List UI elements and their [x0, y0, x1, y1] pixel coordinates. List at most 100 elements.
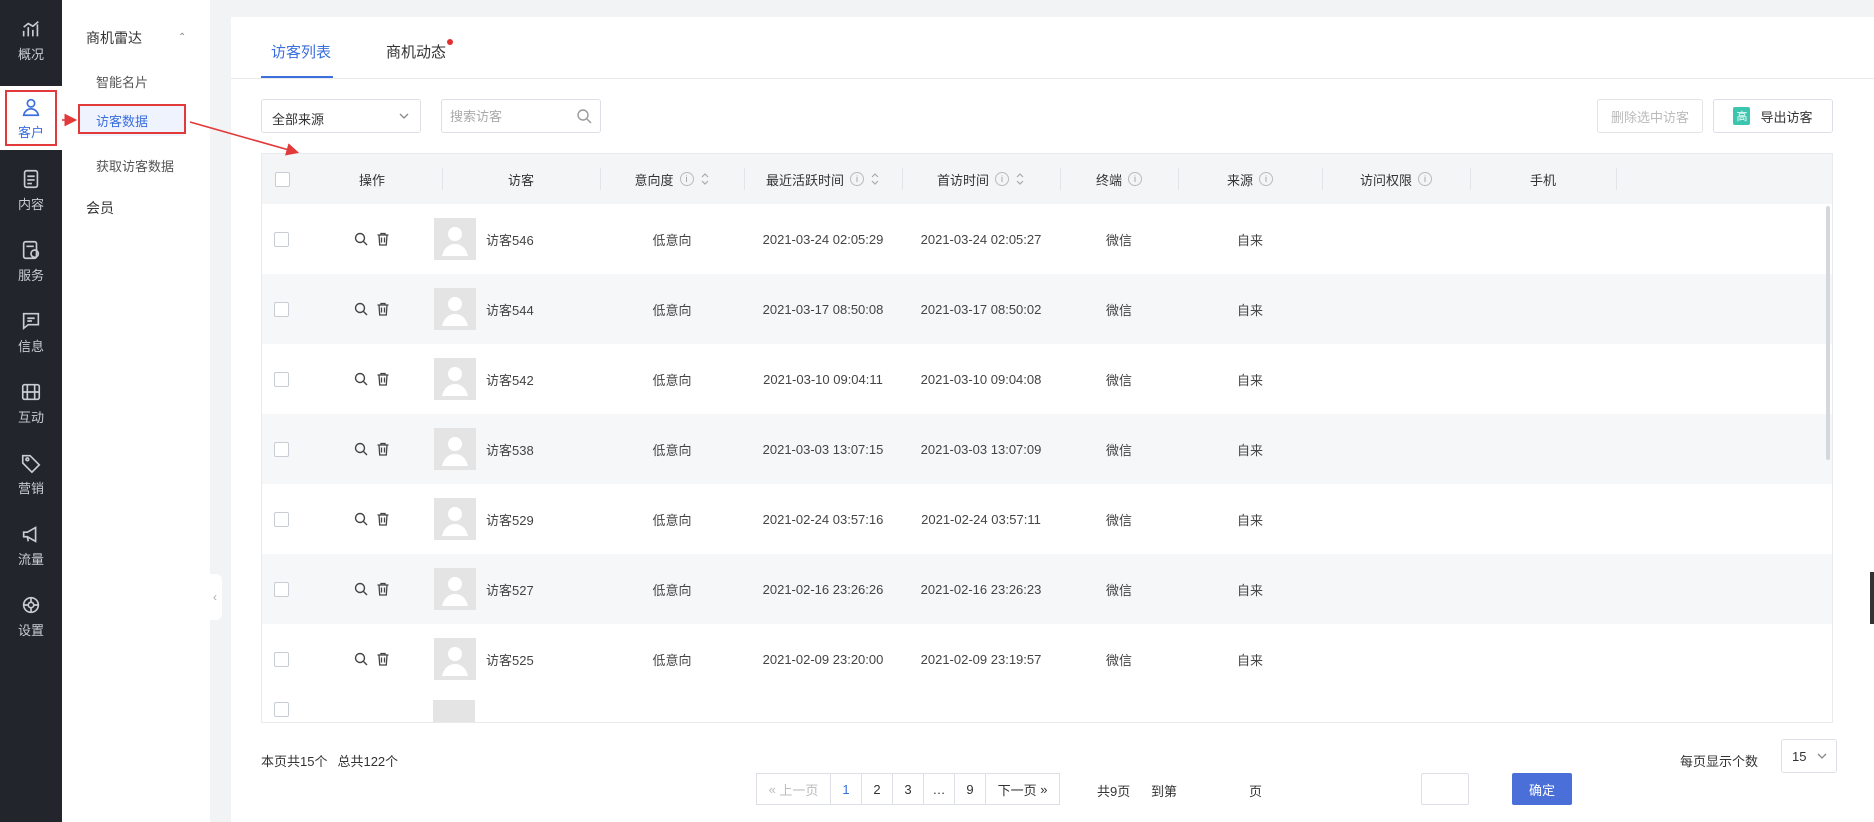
- info-icon[interactable]: i: [850, 172, 864, 186]
- source-cell: 自来: [1236, 442, 1263, 458]
- tag-icon: [21, 454, 41, 473]
- page-button-9[interactable]: 9: [954, 773, 986, 805]
- info-icon[interactable]: i: [995, 172, 1009, 186]
- submenu-group-title[interactable]: 商机雷达: [86, 28, 142, 48]
- page-size-select[interactable]: 15: [1781, 739, 1837, 773]
- table-row[interactable]: 访客525 低意向 2021-02-09 23:20:00 2021-02-09 23…: [262, 624, 1832, 694]
- search-icon[interactable]: [576, 108, 592, 124]
- rail-item-interaction[interactable]: 互动: [0, 371, 62, 435]
- info-icon[interactable]: i: [1128, 172, 1142, 186]
- row-checkbox[interactable]: [274, 624, 290, 694]
- rail-item-traffic[interactable]: 流量: [0, 513, 62, 577]
- sort-icon[interactable]: [700, 172, 710, 186]
- search-icon[interactable]: [353, 231, 369, 247]
- info-icon[interactable]: i: [1259, 172, 1273, 186]
- rail-item-customer[interactable]: 客户: [0, 86, 62, 150]
- search-icon[interactable]: [353, 581, 369, 597]
- info-icon[interactable]: i: [679, 172, 694, 186]
- table-scrollbar[interactable]: [1826, 206, 1830, 460]
- submenu-item-member[interactable]: 会员: [86, 198, 114, 218]
- page-count-text: 本页共15个: [261, 754, 328, 769]
- export-visitors-button[interactable]: 高 导出访客: [1713, 99, 1833, 133]
- avatar: [434, 638, 476, 680]
- table-row[interactable]: 访客527 低意向 2021-02-16 23:26:26 2021-02-16 23…: [262, 554, 1832, 624]
- row-checkbox[interactable]: [274, 484, 290, 554]
- page-button-3[interactable]: 3: [892, 773, 924, 805]
- sort-icon[interactable]: [1015, 172, 1025, 186]
- submenu-item-card[interactable]: 智能名片: [96, 72, 148, 91]
- search-icon[interactable]: [353, 511, 369, 527]
- table-row[interactable]: 访客542 低意向 2021-03-10 09:04:11 2021-03-10 09…: [262, 344, 1832, 414]
- visitor-cell[interactable]: 访客546: [434, 204, 600, 274]
- settings-icon: [22, 596, 40, 613]
- col-header-first-visit[interactable]: 首访时间 i: [902, 154, 1060, 204]
- visitor-cell[interactable]: 访客529: [434, 484, 600, 554]
- visitor-table: 操作 访客 意向度 i 最近活跃时间 i 首访时间 i 终端 i 来源 i 访问权限 i 手…: [261, 153, 1833, 723]
- source-filter-select[interactable]: 全部来源: [261, 99, 421, 133]
- table-row[interactable]: 访客544 低意向 2021-03-17 08:50:08 2021-03-17 08…: [262, 274, 1832, 344]
- visitor-cell[interactable]: 访客542: [434, 344, 600, 414]
- table-row[interactable]: 访客546 低意向 2021-03-24 02:05:29 2021-03-24 02…: [262, 204, 1832, 274]
- rail-item-marketing[interactable]: 营销: [0, 442, 62, 506]
- row-checkbox[interactable]: [274, 554, 290, 624]
- rail-item-content[interactable]: 内容: [0, 158, 62, 222]
- visitor-cell[interactable]: 访客538: [434, 414, 600, 484]
- tab-visitor-list[interactable]: 访客列表: [271, 41, 331, 62]
- col-header-intent[interactable]: 意向度 i: [600, 154, 744, 204]
- row-checkbox[interactable]: [274, 204, 290, 274]
- col-header-terminal: 终端 i: [1060, 154, 1178, 204]
- trash-icon[interactable]: [375, 441, 391, 457]
- rail-item-message[interactable]: 信息: [0, 300, 62, 364]
- select-all-checkbox[interactable]: [274, 154, 290, 204]
- trash-icon[interactable]: [375, 651, 391, 667]
- submenu-item-get-visitor-data[interactable]: 获取访客数据: [96, 156, 174, 175]
- info-icon[interactable]: i: [1418, 172, 1432, 186]
- sort-icon[interactable]: [870, 172, 880, 186]
- next-page-button[interactable]: 下一页 »: [985, 773, 1060, 805]
- chevron-up-icon[interactable]: ⌃: [178, 32, 186, 43]
- row-checkbox[interactable]: [274, 414, 290, 484]
- page-ellipsis[interactable]: …: [923, 773, 955, 805]
- search-icon[interactable]: [353, 441, 369, 457]
- trash-icon[interactable]: [375, 511, 391, 527]
- row-checkbox[interactable]: [274, 344, 290, 414]
- trash-icon[interactable]: [375, 371, 391, 387]
- collapse-sidebar-toggle[interactable]: ‹: [208, 574, 222, 620]
- search-icon[interactable]: [353, 651, 369, 667]
- table-row[interactable]: 访客529 低意向 2021-02-24 03:57:16 2021-02-24 03…: [262, 484, 1832, 554]
- visitor-name: 访客525: [486, 652, 534, 668]
- main-panel: 访客列表 商机动态 全部来源 删除选中访客 高 导出访客 操作 访客 意向度i …: [231, 17, 1874, 822]
- visitor-cell[interactable]: 访客544: [434, 274, 600, 344]
- search-icon[interactable]: [353, 371, 369, 387]
- rail-item-service[interactable]: 服务: [0, 229, 62, 293]
- trash-icon[interactable]: [375, 231, 391, 247]
- goto-page-input[interactable]: [1422, 774, 1468, 804]
- visitor-search-input[interactable]: [442, 100, 562, 132]
- rail-item-settings[interactable]: 设置: [0, 584, 62, 648]
- row-checkbox[interactable]: [274, 274, 290, 344]
- chevron-down-icon: [1817, 753, 1827, 759]
- table-row[interactable]: 访客538 低意向 2021-03-03 13:07:15 2021-03-03 13…: [262, 414, 1832, 484]
- prev-page-button[interactable]: « 上一页: [756, 773, 831, 805]
- trash-icon[interactable]: [375, 301, 391, 317]
- confirm-goto-button[interactable]: 确定: [1512, 773, 1572, 805]
- col-header-last-active[interactable]: 最近活跃时间 i: [744, 154, 902, 204]
- avatar: [434, 218, 476, 260]
- service-icon: [22, 240, 40, 259]
- source-cell: 自来: [1236, 302, 1263, 318]
- rail-item-overview[interactable]: 概况: [0, 8, 62, 72]
- rail-label: 营销: [17, 480, 44, 496]
- visitor-cell[interactable]: 访客525: [434, 624, 600, 694]
- annotation-highlight-box: [5, 90, 57, 146]
- double-chevron-left-icon: «: [768, 781, 780, 797]
- search-icon[interactable]: [353, 301, 369, 317]
- page-button-2[interactable]: 2: [861, 773, 893, 805]
- page-button-1[interactable]: 1: [830, 773, 862, 805]
- tab-opportunity-feed[interactable]: 商机动态: [386, 41, 446, 62]
- chart-trend-icon: [22, 20, 39, 36]
- visitor-cell[interactable]: 访客527: [434, 554, 600, 624]
- trash-icon[interactable]: [375, 581, 391, 597]
- rail-label: 内容: [17, 196, 44, 212]
- last-active-cell: 2021-03-03 13:07:15: [762, 441, 884, 457]
- delete-selected-button[interactable]: 删除选中访客: [1597, 99, 1703, 133]
